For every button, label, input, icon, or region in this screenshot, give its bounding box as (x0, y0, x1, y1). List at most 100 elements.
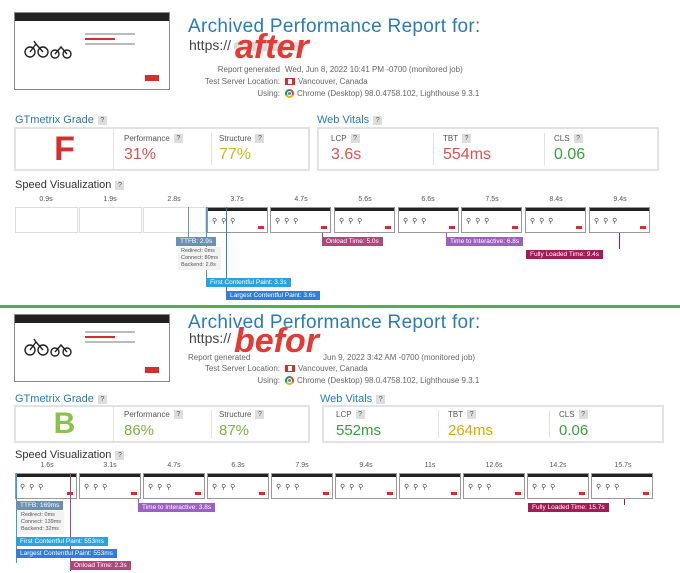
gtmetrix-grade-label: GTmetrix Grade? (15, 114, 107, 126)
timeline-tick: 11s (424, 462, 436, 469)
timeline-tick: 0.9s (39, 196, 53, 203)
gtmetrix-grade-label: GTmetrix Grade? (15, 393, 107, 405)
filmstrip-frame[interactable]: ⚲ ⚲ ⚲ (591, 473, 653, 499)
filmstrip-frame[interactable] (79, 207, 142, 233)
filmstrip-frame[interactable] (15, 207, 78, 233)
speed-visualization-label: Speed Visualization? (15, 449, 125, 461)
help-icon[interactable]: ? (373, 115, 383, 125)
time-to-interactive-marker[interactable]: Time to Interactive: 3.8s (138, 503, 216, 512)
url-prefix: https:// (189, 37, 232, 53)
help-icon[interactable]: ? (573, 134, 583, 144)
filmstrip-frame[interactable]: ⚲ ⚲ ⚲ (589, 207, 650, 233)
bike-image-icon (24, 338, 72, 357)
help-icon[interactable]: ? (376, 394, 386, 404)
largest-contentful-paint-marker[interactable]: Largest Contentful Paint: 553ms (16, 549, 117, 558)
filmstrip-frame[interactable]: ⚲ ⚲ ⚲ (207, 207, 268, 233)
canada-flag-icon (285, 365, 295, 373)
cls-metric: CLS? 0.06 (554, 134, 586, 164)
report-title: Archived Performance Report for: (188, 16, 481, 37)
timeline-tick: 8.4s (549, 196, 563, 203)
help-icon[interactable]: ? (173, 410, 183, 420)
filmstrip-frame[interactable]: ⚲ ⚲ ⚲ (15, 473, 77, 499)
web-vitals-panel: LCP? 3.6s TBT? 554ms CLS? 0.06 (317, 127, 659, 171)
speed-visualization-label: Speed Visualization? (15, 179, 125, 191)
filmstrip-frame[interactable]: ⚲ ⚲ ⚲ (525, 207, 586, 233)
timeline-tick: 15.7s (614, 462, 632, 469)
meta-browser: Using: Chrome (Desktop) 98.0.4758.102, Li… (257, 89, 480, 99)
meta-server-location: Test Server Location: Vancouver, Canada (204, 364, 368, 373)
help-icon[interactable]: ? (255, 134, 265, 144)
timeline-tick: 4.7s (167, 462, 181, 469)
structure-value: 87% (219, 422, 250, 440)
help-icon[interactable]: ? (578, 410, 588, 420)
speed-visualization-timeline: 1.6s 3.1s 4.7s 6.3s 7.9s 9.4s 11s 12.6s … (14, 462, 660, 572)
help-icon[interactable]: ? (467, 410, 477, 420)
performance-value: 31% (124, 146, 157, 164)
time-to-interactive-marker[interactable]: Time to Interactive: 6.8s (446, 237, 524, 246)
onload-time-marker[interactable]: Onload Time: 5.0s (322, 237, 383, 246)
filmstrip-frame[interactable]: ⚲ ⚲ ⚲ (399, 473, 461, 499)
report-before: Archived Performance Report for: https:/… (0, 308, 680, 573)
help-icon[interactable]: ? (115, 450, 125, 460)
filmstrip-frame[interactable]: ⚲ ⚲ ⚲ (143, 473, 205, 499)
help-icon[interactable]: ? (462, 134, 472, 144)
web-vitals-label: Web Vitals? (317, 114, 383, 126)
chrome-icon (285, 376, 294, 386)
cls-value: 0.06 (559, 422, 589, 440)
grade-letter: F (16, 129, 114, 169)
timeline-tick: 5.6s (358, 196, 372, 203)
help-icon[interactable]: ? (115, 180, 125, 190)
timeline-tick: 3.1s (103, 462, 117, 469)
meta-server-location: Test Server Location: Vancouver, Canada (204, 77, 368, 86)
meta-report-generated: Report generated Jun 9, 2022 3:42 AM -070… (188, 353, 476, 362)
fully-loaded-time-marker[interactable]: Fully Loaded Time: 9.4s (526, 250, 604, 259)
filmstrip-frame[interactable]: ⚲ ⚲ ⚲ (527, 473, 589, 499)
timeline-tick: 2.8s (167, 196, 181, 203)
filmstrip-frame[interactable] (143, 207, 206, 233)
grade-panel: F Performance? 31% Structure? 77% (14, 127, 310, 171)
fully-loaded-time-marker[interactable]: Fully Loaded Time: 15.7s (528, 503, 609, 512)
ttfb-marker[interactable]: TTFB: 2.9s (176, 237, 217, 246)
timeline-tick: 6.6s (421, 196, 435, 203)
filmstrip-frame[interactable]: ⚲ ⚲ ⚲ (461, 207, 522, 233)
ttfb-marker[interactable]: TTFB: 169ms (16, 501, 64, 510)
report-url[interactable]: https:// (189, 330, 231, 346)
help-icon[interactable]: ? (97, 115, 107, 125)
first-contentful-paint-marker[interactable]: First Contentful Paint: 553ms (16, 537, 108, 546)
structure-value: 77% (219, 146, 252, 164)
structure-metric: Structure? 77% (219, 134, 265, 164)
filmstrip-frame[interactable]: ⚲ ⚲ ⚲ (79, 473, 141, 499)
lcp-metric: LCP? 552ms (336, 410, 382, 440)
timeline-tick: 14.2s (549, 462, 567, 469)
filmstrip-frame[interactable]: ⚲ ⚲ ⚲ (463, 473, 525, 499)
help-icon[interactable]: ? (97, 394, 107, 404)
help-icon[interactable]: ? (255, 410, 265, 420)
first-contentful-paint-marker[interactable]: First Contentful Paint: 3.3s (206, 278, 291, 287)
help-icon[interactable]: ? (173, 134, 183, 144)
structure-metric: Structure? 87% (219, 410, 265, 440)
filmstrip-frame[interactable]: ⚲ ⚲ ⚲ (334, 207, 395, 233)
grade-letter: B (16, 407, 114, 441)
filmstrip-frame[interactable]: ⚲ ⚲ ⚲ (335, 473, 397, 499)
filmstrip-frame[interactable]: ⚲ ⚲ ⚲ (398, 207, 459, 233)
canada-flag-icon (285, 78, 295, 86)
timeline-tick: 3.7s (230, 196, 244, 203)
timeline-tick: 7.5s (485, 196, 499, 203)
filmstrip-frame[interactable]: ⚲ ⚲ ⚲ (271, 473, 333, 499)
ttfb-details: Redirect: 0ms Connect: 80ms Backend: 2.8s (178, 247, 221, 270)
filmstrip-frame[interactable]: ⚲ ⚲ ⚲ (207, 473, 269, 499)
filmstrip-frame[interactable]: ⚲ ⚲ ⚲ (270, 207, 331, 233)
web-vitals-panel: LCP? 552ms TBT? 264ms CLS? 0.06 (322, 405, 664, 443)
help-icon[interactable]: ? (350, 134, 360, 144)
timeline-tick: 1.6s (40, 462, 54, 469)
ttfb-details: Redirect: 0ms Connect: 139ms Backend: 32ms (18, 511, 65, 534)
report-title: Archived Performance Report for: (188, 312, 481, 333)
largest-contentful-paint-marker[interactable]: Largest Contentful Paint: 3.6s (226, 291, 320, 300)
lcp-metric: LCP? 3.6s (331, 134, 362, 164)
help-icon[interactable]: ? (355, 410, 365, 420)
onload-time-marker[interactable]: Onload Time: 2.3s (70, 561, 131, 570)
timeline-tick: 1.9s (103, 196, 117, 203)
tbt-value: 264ms (448, 422, 494, 440)
meta-browser: Using: Chrome (Desktop) 98.0.4758.102, Li… (257, 376, 480, 386)
bike-image-icon (24, 40, 72, 59)
